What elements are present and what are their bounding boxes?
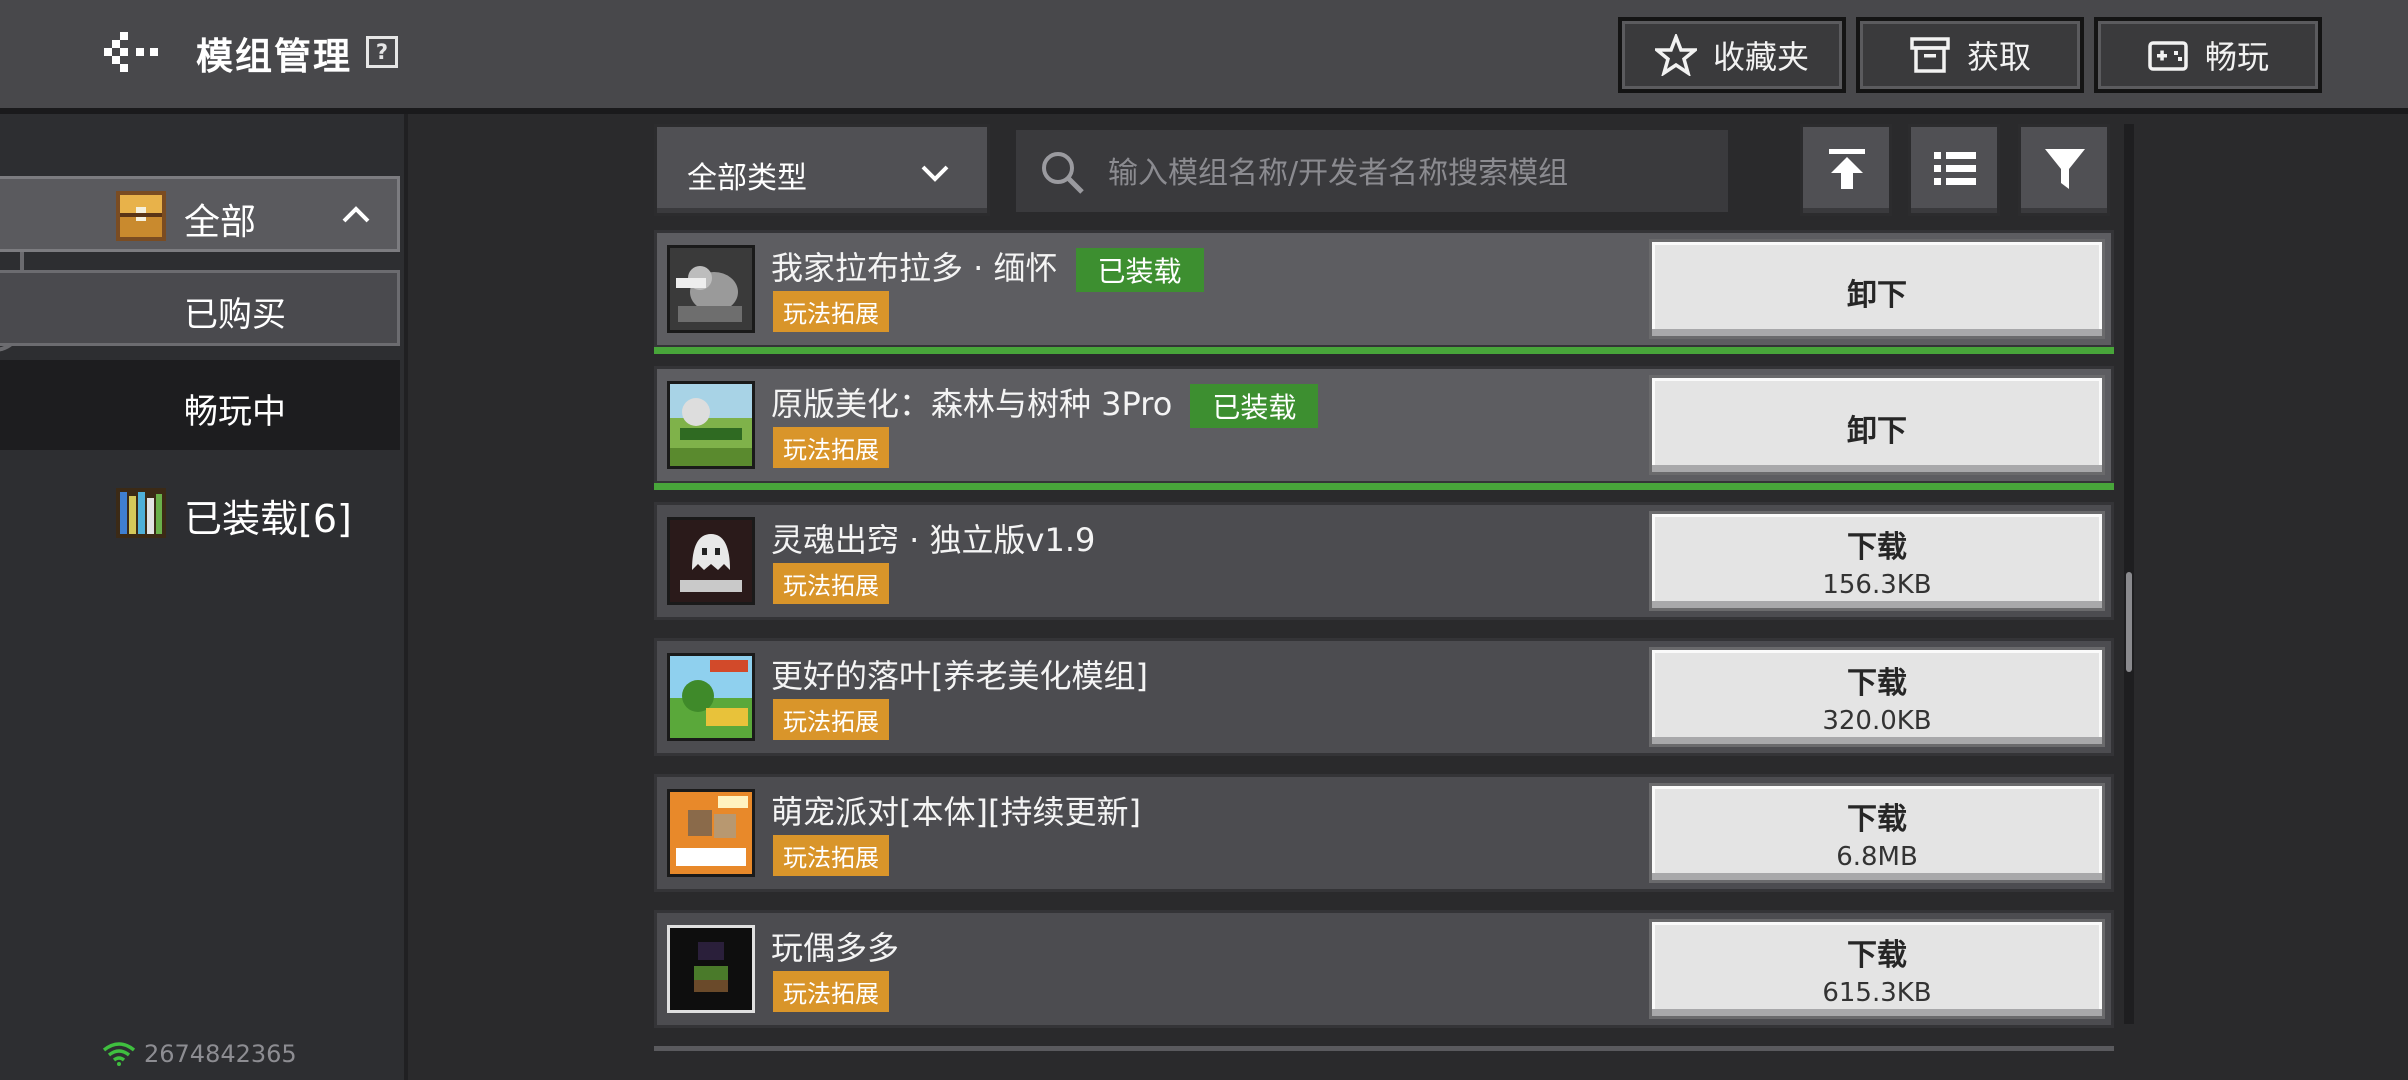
pin-to-top-button[interactable]	[1800, 124, 1892, 216]
mod-name: 灵魂出窍 · 独立版v1.9	[771, 521, 1096, 559]
action-label: 下载	[1847, 666, 1907, 701]
get-button[interactable]: 获取	[1856, 17, 2084, 93]
sidebar-item-all-label: 全部	[184, 202, 257, 243]
installed-badge: 已装载	[1190, 384, 1319, 428]
mod-name: 更好的落叶[养老美化模组]	[771, 657, 1148, 695]
action-label: 下载	[1847, 938, 1907, 973]
page-title: 模组管理	[196, 35, 352, 78]
sidebar-item-playing-label: 畅玩中	[184, 392, 286, 432]
pin-top-icon	[1829, 149, 1865, 189]
favorites-button[interactable]: 收藏夹	[1618, 17, 1846, 93]
file-size: 6.8MB	[1836, 842, 1918, 872]
mod-category-tag: 玩法拓展	[773, 699, 889, 740]
file-size: 156.3KB	[1822, 570, 1932, 600]
scrollbar-thumb[interactable]	[2126, 572, 2132, 672]
mod-row[interactable]: 萌宠派对[本体][持续更新] 玩法拓展 下载 6.8MB	[654, 774, 2114, 892]
bookshelf-icon	[116, 488, 166, 538]
mod-row[interactable]: 玩偶多多 玩法拓展 下载 615.3KB	[654, 910, 2114, 1028]
help-icon[interactable]: ?	[366, 36, 398, 68]
download-button[interactable]: 下载 6.8MB	[1649, 783, 2105, 883]
download-button[interactable]: 下载 615.3KB	[1649, 919, 2105, 1019]
action-label: 卸下	[1847, 414, 1907, 449]
top-bar: 模组管理 ? 收藏夹 获取 畅玩	[0, 0, 2408, 114]
mod-thumbnail	[667, 517, 755, 605]
mod-category-tag: 玩法拓展	[773, 563, 889, 604]
mod-category-tag: 玩法拓展	[773, 291, 889, 332]
list-icon	[1934, 152, 1976, 185]
gamepad-icon	[2148, 41, 2188, 71]
mod-row[interactable]: 我家拉布拉多 · 缅怀 已装载 玩法拓展 卸下	[654, 230, 2114, 354]
mod-row[interactable]: 原版美化：森林与树种 3Pro 已装载 玩法拓展 卸下	[654, 366, 2114, 490]
get-label: 获取	[1966, 38, 2031, 76]
favorites-label: 收藏夹	[1712, 38, 1809, 76]
filter-button[interactable]	[2018, 124, 2110, 216]
wifi-icon	[102, 1042, 136, 1066]
sidebar-item-installed-label: 已装载[6]	[184, 497, 352, 541]
sidebar: 全部 已购买 畅玩中 已装载[6]	[0, 114, 408, 1080]
type-filter-select[interactable]: 全部类型	[654, 124, 990, 216]
chest-icon	[116, 191, 166, 241]
action-label: 卸下	[1847, 278, 1907, 313]
mod-thumbnail	[667, 789, 755, 877]
unload-button[interactable]: 卸下	[1649, 239, 2105, 339]
list-bottom-divider	[654, 1046, 2114, 1051]
user-id: 2674842365	[144, 1040, 297, 1068]
back-arrow-icon[interactable]	[104, 30, 160, 74]
user-id-status: 2674842365	[102, 1040, 297, 1068]
file-size: 615.3KB	[1822, 978, 1932, 1008]
action-label: 下载	[1847, 530, 1907, 565]
sidebar-item-all[interactable]: 全部	[0, 176, 400, 252]
mod-name: 萌宠派对[本体][持续更新]	[771, 793, 1141, 831]
mod-thumbnail	[667, 245, 755, 333]
mod-category-tag: 玩法拓展	[773, 427, 889, 468]
mod-thumbnail	[667, 925, 755, 1013]
mod-thumbnail	[667, 653, 755, 741]
play-label: 畅玩	[2204, 38, 2269, 76]
action-label: 下载	[1847, 802, 1907, 837]
type-filter-value: 全部类型	[687, 161, 807, 196]
download-button[interactable]: 下载 156.3KB	[1649, 511, 2105, 611]
sidebar-item-installed[interactable]: 已装载[6]	[0, 478, 400, 554]
mod-thumbnail	[667, 381, 755, 469]
search-input[interactable]	[1106, 146, 1710, 200]
download-button[interactable]: 下载 320.0KB	[1649, 647, 2105, 747]
file-size: 320.0KB	[1822, 706, 1932, 736]
mod-list: 我家拉布拉多 · 缅怀 已装载 玩法拓展 卸下 原版美化：森林与树种 3Pro 已装…	[654, 226, 2118, 1028]
list-view-button[interactable]	[1908, 124, 2000, 216]
mod-category-tag: 玩法拓展	[773, 835, 889, 876]
play-button[interactable]: 畅玩	[2094, 17, 2322, 93]
mod-name: 我家拉布拉多 · 缅怀 已装载	[771, 243, 1204, 292]
chevron-up-icon	[342, 206, 370, 223]
unload-button[interactable]: 卸下	[1649, 375, 2105, 475]
sidebar-item-bought-label: 已购买	[184, 295, 286, 335]
search-box	[1014, 128, 1730, 214]
sidebar-item-bought[interactable]: 已购买	[0, 270, 400, 346]
filter-funnel-icon	[2045, 149, 2085, 189]
mod-row[interactable]: 更好的落叶[养老美化模组] 玩法拓展 下载 320.0KB	[654, 638, 2114, 756]
mod-row[interactable]: 灵魂出窍 · 独立版v1.9 玩法拓展 下载 156.3KB	[654, 502, 2114, 620]
star-icon	[1654, 34, 1697, 76]
sidebar-item-playing[interactable]: 畅玩中	[0, 360, 400, 450]
mod-name: 玩偶多多	[771, 929, 900, 967]
installed-badge: 已装载	[1075, 248, 1204, 292]
mod-name: 原版美化：森林与树种 3Pro 已装载	[771, 379, 1319, 428]
archive-box-icon	[1910, 37, 1950, 73]
mod-category-tag: 玩法拓展	[773, 971, 889, 1012]
chevron-down-icon	[921, 165, 949, 182]
search-icon	[1042, 152, 1084, 194]
